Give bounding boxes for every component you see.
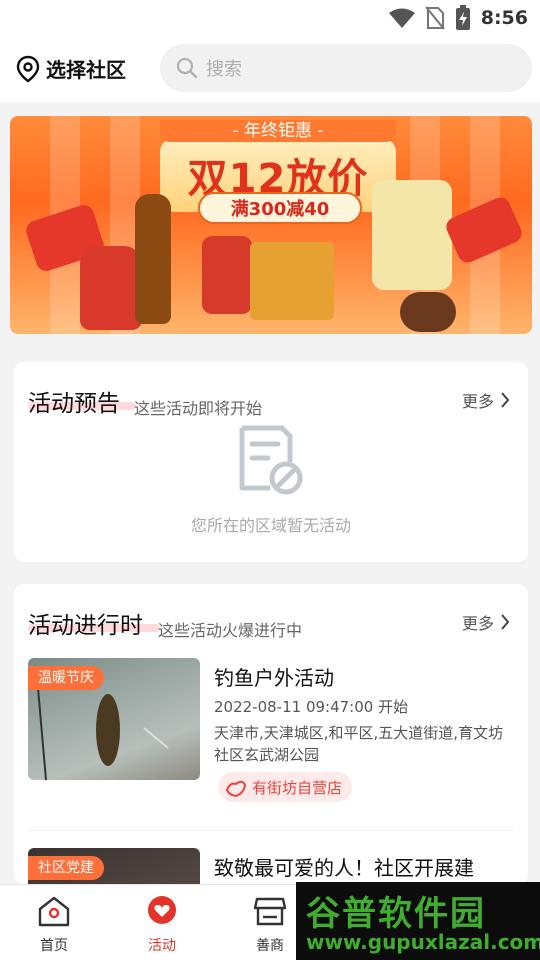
- donut-image: [400, 292, 456, 332]
- shop-hand-icon: [225, 780, 247, 798]
- heart-bubble-icon: [148, 896, 176, 924]
- beer-bottle-image: [135, 194, 171, 324]
- chevron-right-icon: [501, 614, 510, 630]
- chevron-right-icon: [501, 392, 510, 408]
- watermark-url: www.gupuxlazal.com: [306, 930, 540, 954]
- activity-thumbnail: 温暖节庆: [28, 658, 200, 780]
- activity-preview-subtitle: 这些活动即将开始: [134, 399, 263, 418]
- list-item[interactable]: 温暖节庆 钓鱼户外活动 2022-08-11 09:47:00 开始 天津市,天…: [28, 658, 514, 808]
- juice-bottle-image: [80, 246, 142, 330]
- activity-address: 天津市,天津城区,和平区,五大道街道,育文坊社区玄武湖公园: [214, 724, 504, 764]
- watermark-title: 谷普软件园: [306, 894, 486, 934]
- search-icon: [176, 57, 198, 79]
- divider: [28, 830, 514, 831]
- activity-tag: 温暖节庆: [28, 666, 104, 690]
- no-sim-icon: [424, 6, 445, 30]
- activity-preview-title: 活动预告: [28, 391, 120, 417]
- chips-can-image: [202, 236, 252, 314]
- wifi-icon: [388, 8, 415, 28]
- red-envelope-image: [443, 194, 525, 266]
- more-label: 更多: [461, 614, 494, 633]
- chips-bag-image: [250, 242, 334, 320]
- organizer-badge: 有街坊自营店: [218, 772, 353, 802]
- banner-subtitle: 满300减40: [230, 199, 330, 220]
- activity-preview-more-link[interactable]: 更多: [462, 388, 510, 412]
- empty-state-text: 您所在的区域暂无活动: [190, 516, 351, 535]
- banner-subtitle-box: 满300减40: [198, 192, 362, 224]
- tab-label: 活动: [148, 938, 176, 954]
- select-community-button[interactable]: 选择社区: [16, 54, 126, 83]
- tab-activity[interactable]: 活动: [122, 895, 202, 955]
- store-icon: [253, 897, 287, 926]
- search-input[interactable]: 搜索: [160, 44, 532, 92]
- battery-charging-icon: [455, 5, 470, 30]
- promo-banner[interactable]: 双12放价 - 年终钜惠 - 满300减40: [10, 116, 532, 334]
- activity-preview-card: 活动预告 这些活动即将开始 更多 您所在的区域暂无活动: [14, 362, 528, 562]
- home-icon: [38, 896, 70, 927]
- ongoing-title: 活动进行时: [28, 613, 143, 639]
- status-bar: 8:56: [0, 0, 540, 36]
- oil-bottle-image: [372, 180, 452, 290]
- activity-time: 2022-08-11 09:47:00 开始: [214, 698, 409, 716]
- search-placeholder: 搜索: [206, 59, 242, 80]
- activity-thumbnail: 社区党建: [28, 848, 200, 884]
- organizer-name: 有街坊自营店: [252, 778, 343, 797]
- status-icons: 8:56: [388, 5, 528, 31]
- list-item[interactable]: 社区党建 致敬最可爱的人！社区开展建: [28, 848, 514, 884]
- status-time: 8:56: [480, 7, 528, 29]
- location-pin-icon: [16, 55, 40, 82]
- select-community-label: 选择社区: [46, 58, 126, 82]
- ongoing-more-link[interactable]: 更多: [462, 610, 510, 634]
- watermark: 谷普软件园 www.gupuxlazal.com: [296, 882, 540, 960]
- activity-title: 钓鱼户外活动: [214, 666, 334, 690]
- more-label: 更多: [461, 392, 494, 411]
- ongoing-subtitle: 这些活动火爆进行中: [158, 621, 303, 640]
- empty-document-icon: [239, 425, 303, 495]
- banner-pill: - 年终钜惠 -: [160, 120, 396, 142]
- activity-tag: 社区党建: [28, 856, 104, 880]
- tab-home[interactable]: 首页: [14, 895, 94, 955]
- tab-label: 首页: [40, 938, 68, 954]
- ongoing-activities-card: 活动进行时 这些活动火爆进行中 更多 温暖节庆 钓鱼户外活动 2022-08-1…: [14, 584, 528, 884]
- activity-title: 致敬最可爱的人！社区开展建: [214, 856, 474, 880]
- header: 选择社区 搜索: [0, 36, 540, 102]
